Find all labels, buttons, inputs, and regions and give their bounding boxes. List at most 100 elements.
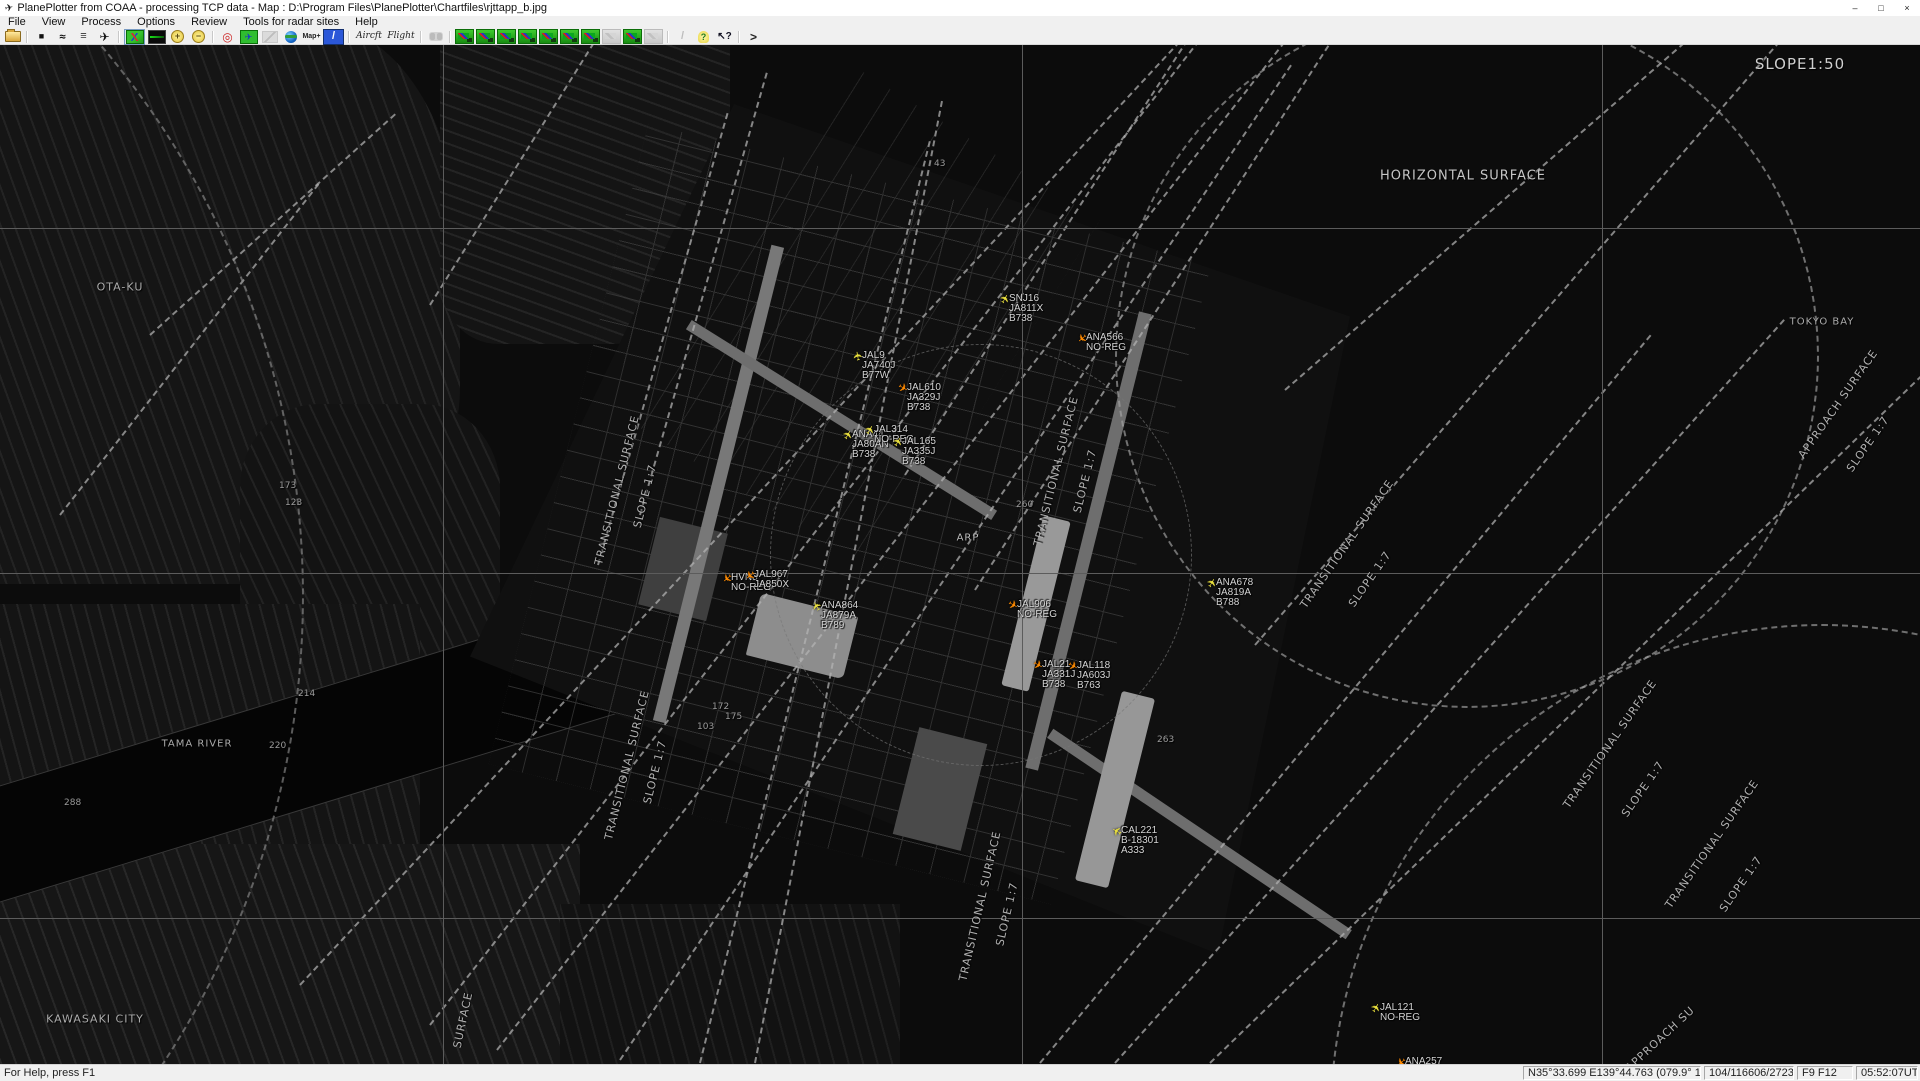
chart-preset-7-button[interactable] bbox=[581, 30, 600, 44]
status-message-counts-field: 104/116606/27233 bbox=[1704, 1066, 1794, 1080]
chart-green-icon bbox=[581, 29, 600, 44]
close-button[interactable]: × bbox=[1894, 0, 1920, 16]
maximize-button[interactable]: □ bbox=[1868, 0, 1894, 16]
toolbar-separator bbox=[348, 31, 350, 43]
grid-line-vertical bbox=[1022, 44, 1023, 1064]
flight-report-button[interactable]: Flight bbox=[386, 30, 416, 44]
chart-label: KAWASAKI CITY bbox=[46, 1013, 144, 1026]
edit-blue-icon: / bbox=[332, 31, 335, 42]
chart-grey-icon bbox=[602, 29, 621, 44]
zoom-in-button[interactable]: + bbox=[168, 30, 187, 44]
menu-bar: FileViewProcessOptionsReviewTools for ra… bbox=[0, 16, 1920, 29]
chart-label: TAMA RIVER bbox=[162, 739, 233, 750]
chart-grey-icon bbox=[644, 29, 663, 44]
chart-preset-2-button[interactable] bbox=[476, 30, 495, 44]
context-help-button[interactable]: ↖? bbox=[715, 30, 734, 44]
zoom-out-button[interactable]: − bbox=[189, 30, 208, 44]
grid-line-vertical bbox=[443, 44, 444, 1064]
expand-toolbar-button[interactable]: > bbox=[744, 30, 763, 44]
aircraft-view-button[interactable]: ✈ bbox=[95, 30, 114, 44]
chart-label: TOKYO BAY bbox=[1790, 317, 1855, 328]
menu-item-options[interactable]: Options bbox=[129, 16, 183, 29]
radar-icon bbox=[148, 30, 166, 44]
toolbar-separator bbox=[118, 31, 120, 43]
binoc-icon bbox=[429, 32, 443, 41]
tools-icon bbox=[262, 31, 278, 43]
signal-list-button[interactable]: ≡ bbox=[74, 30, 93, 44]
aircraft-data-tag: JAL118JA603JB763 bbox=[1077, 661, 1110, 691]
status-position-field: N35°33.699 E139°44.763 (079.9° 140.8nm) bbox=[1523, 1066, 1701, 1080]
menu-item-view[interactable]: View bbox=[34, 16, 74, 29]
draw-button[interactable]: / bbox=[673, 30, 692, 44]
grid-line-horizontal bbox=[0, 918, 1920, 919]
radar-scope-button[interactable] bbox=[147, 30, 166, 44]
chart-preset-4-button[interactable] bbox=[518, 30, 537, 44]
aircraft-data-tag: JAL165JA335JB738 bbox=[902, 437, 936, 467]
grid-line-horizontal bbox=[0, 573, 1920, 574]
pencil-icon: / bbox=[681, 31, 684, 42]
map-select-button[interactable]: Map+ bbox=[302, 30, 321, 44]
chart-spot-elevation: 220 bbox=[269, 741, 286, 751]
chart-preset-9-button[interactable] bbox=[623, 30, 642, 44]
chart-green-icon bbox=[518, 29, 537, 44]
wave-icon: ≈ bbox=[59, 31, 66, 42]
chart-spot-elevation: 214 bbox=[298, 689, 315, 699]
chart-spot-elevation: 175 bbox=[725, 712, 742, 722]
aircraft-data-tag: ANA257 bbox=[1405, 1057, 1442, 1064]
aircraft-data-tag: JAL906NO-REG bbox=[1017, 600, 1057, 620]
chart-preset-6-button[interactable] bbox=[560, 30, 579, 44]
window-title: PlanePlotter from COAA - processing TCP … bbox=[17, 2, 547, 14]
menu-item-review[interactable]: Review bbox=[183, 16, 235, 29]
open-chart-button[interactable] bbox=[3, 30, 22, 44]
search-button[interactable] bbox=[426, 30, 445, 44]
chart-green-icon bbox=[497, 29, 516, 44]
aircraft-data-tag: ANA678JA819AB788 bbox=[1216, 578, 1253, 608]
aircraft-data-tag: SNJ16JA811XB738 bbox=[1009, 294, 1043, 324]
chart-preset-8-button[interactable] bbox=[602, 30, 621, 44]
chart-preset-1-button[interactable] bbox=[455, 30, 474, 44]
coin-icon: − bbox=[192, 30, 205, 43]
stop-process-button[interactable]: ■ bbox=[32, 30, 51, 44]
aircraft-data-tag: CAL221B-18301A333 bbox=[1121, 826, 1159, 856]
chart-map-area[interactable]: SLOPE1:50HORIZONTAL SURFACETOKYO BAYOTA-… bbox=[0, 44, 1920, 1064]
title-bar: ✈ PlanePlotter from COAA - processing TC… bbox=[0, 0, 1920, 16]
urban-area bbox=[560, 904, 900, 1064]
levels-icon: ≡ bbox=[80, 31, 86, 42]
world-map-button[interactable] bbox=[281, 30, 300, 44]
record-icon: ◎ bbox=[222, 31, 232, 43]
coin-icon: + bbox=[171, 30, 184, 43]
chart-green-icon bbox=[560, 29, 579, 44]
menu-item-file[interactable]: File bbox=[0, 16, 34, 29]
raw-data-button[interactable]: ≈ bbox=[53, 30, 72, 44]
chart-preset-10-button[interactable] bbox=[644, 30, 663, 44]
chart-spot-elevation: 43 bbox=[934, 159, 945, 169]
chart-spot-elevation: 263 bbox=[1157, 735, 1174, 745]
chart-preset-5-button[interactable] bbox=[539, 30, 558, 44]
toolbar-separator bbox=[420, 31, 422, 43]
chart-preset-3-button[interactable] bbox=[497, 30, 516, 44]
chart-edit-button[interactable]: / bbox=[323, 29, 344, 45]
tools-button[interactable] bbox=[260, 30, 279, 44]
minimize-button[interactable]: – bbox=[1842, 0, 1868, 16]
menu-item-process[interactable]: Process bbox=[73, 16, 129, 29]
chart-spot-elevation: 103 bbox=[697, 722, 714, 732]
chart-label: OTA-KU bbox=[97, 281, 144, 294]
chart-view-button[interactable] bbox=[124, 29, 145, 45]
toolbar-separator bbox=[212, 31, 214, 43]
aircraft-data-tag: ANA566NO-REG bbox=[1086, 333, 1126, 353]
aircraft-report-button[interactable]: Aircft bbox=[354, 30, 384, 44]
chart-spot-elevation: 260 bbox=[1016, 500, 1033, 510]
chart-green-icon bbox=[539, 29, 558, 44]
aircraft-data-tag: ANA864JA879AB789 bbox=[821, 601, 858, 631]
help-button[interactable]: ? bbox=[694, 30, 713, 44]
plane-green-icon: ✈ bbox=[240, 30, 258, 44]
menu-item-tools-for-radar-sites[interactable]: Tools for radar sites bbox=[235, 16, 347, 29]
menu-item-help[interactable]: Help bbox=[347, 16, 386, 29]
globe-icon bbox=[285, 31, 297, 43]
aircraft-data-tag: JAL610JA329JB738 bbox=[907, 383, 941, 413]
window-controls: – □ × bbox=[1842, 0, 1920, 16]
aircraft-chart-button[interactable]: ✈ bbox=[239, 30, 258, 44]
folder-icon bbox=[5, 31, 21, 42]
status-utc-time-field: 05:52:07UTC bbox=[1856, 1066, 1918, 1080]
range-rings-button[interactable]: ◎ bbox=[218, 30, 237, 44]
